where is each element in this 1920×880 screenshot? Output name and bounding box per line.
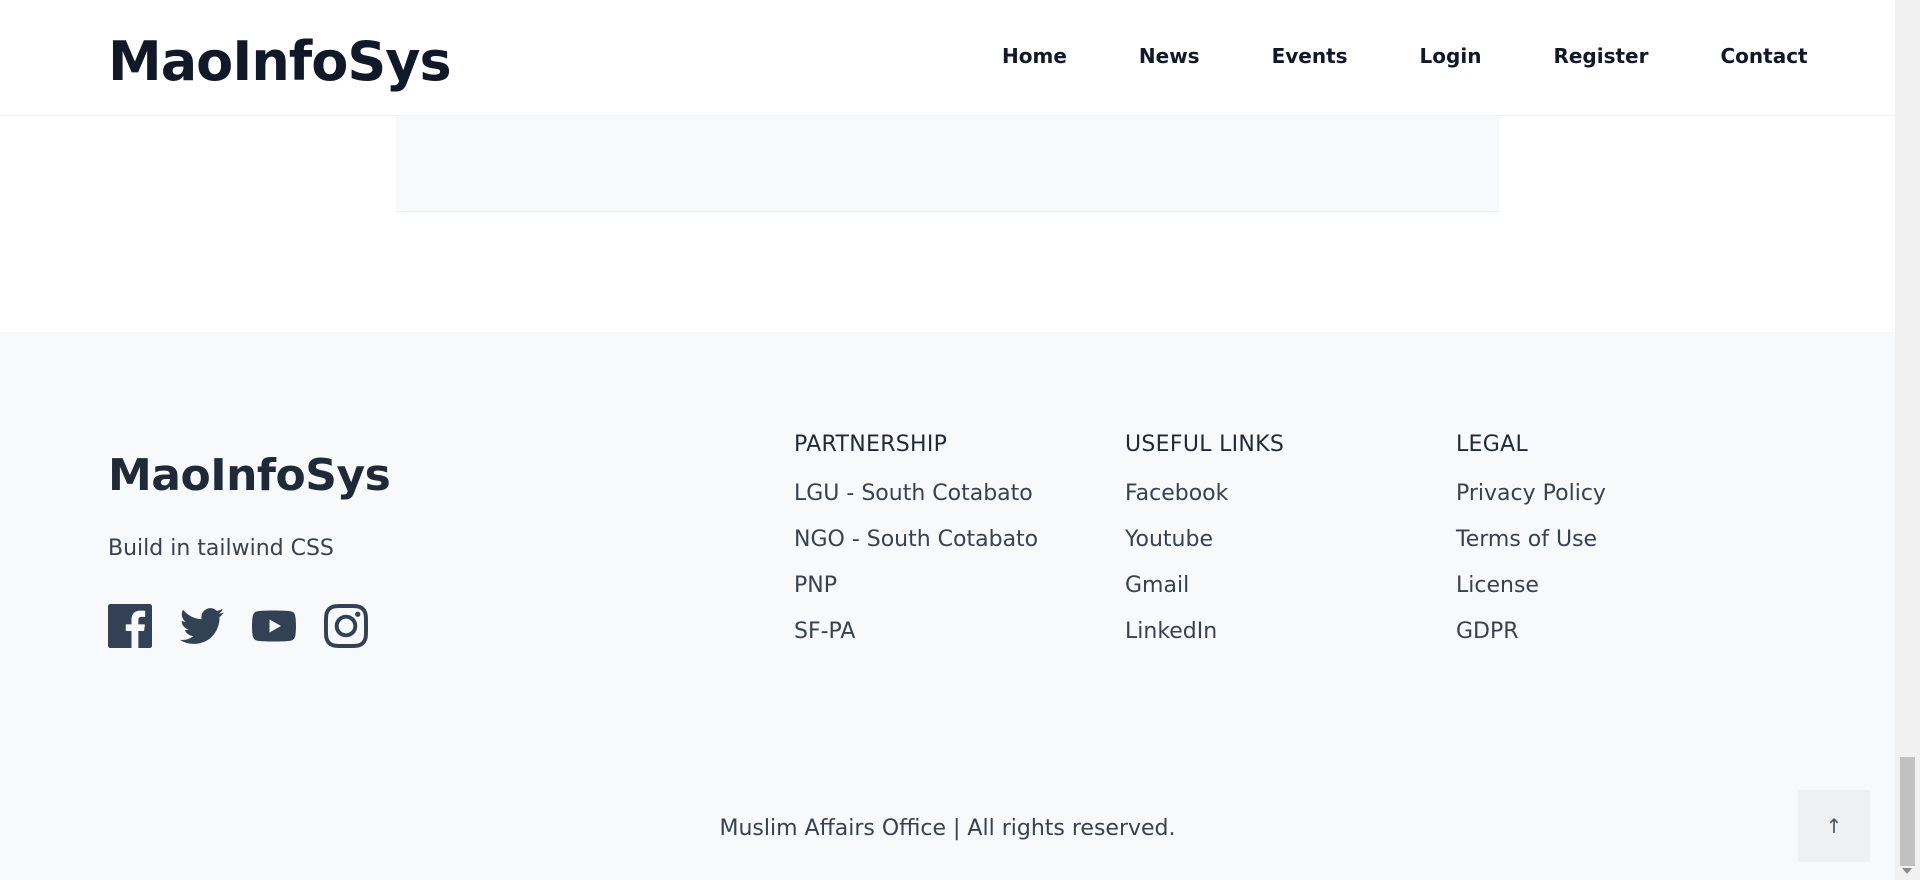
footer-column-legal: LEGAL Privacy Policy Terms of Use Licens… [1456, 432, 1606, 665]
page: MaoInfoSys Home News Events Login Regist… [0, 0, 1895, 880]
footer-link[interactable]: LinkedIn [1125, 619, 1217, 644]
nav-register[interactable]: Register [1553, 44, 1648, 68]
nav-news[interactable]: News [1139, 44, 1200, 68]
nav-home[interactable]: Home [1002, 44, 1067, 68]
main-nav: Home News Events Login Register Contact [1002, 44, 1808, 68]
footer-link[interactable]: Privacy Policy [1456, 481, 1606, 506]
nav-events[interactable]: Events [1272, 44, 1348, 68]
footer-logo: MaoInfoSys [108, 450, 391, 501]
footer-link[interactable]: NGO - South Cotabato [794, 527, 1038, 552]
scrollbar-thumb[interactable] [1900, 757, 1915, 866]
site-footer: MaoInfoSys Build in tailwind CSS PARTNER… [0, 332, 1895, 880]
footer-column-useful-links: USEFUL LINKS Facebook Youtube Gmail Link… [1125, 432, 1284, 665]
nav-contact[interactable]: Contact [1720, 44, 1807, 68]
footer-link[interactable]: Youtube [1125, 527, 1213, 552]
vertical-scrollbar[interactable] [1895, 0, 1920, 880]
footer-link[interactable]: PNP [794, 573, 837, 598]
footer-link[interactable]: License [1456, 573, 1539, 598]
back-to-top-button[interactable]: ↑ [1798, 790, 1870, 862]
instagram-icon[interactable] [324, 604, 368, 648]
nav-login[interactable]: Login [1420, 44, 1482, 68]
footer-link[interactable]: Facebook [1125, 481, 1228, 506]
copyright-text: Muslim Affairs Office | All rights reser… [719, 816, 1176, 841]
footer-column-partnership: PARTNERSHIP LGU - South Cotabato NGO - S… [794, 432, 1038, 665]
column-title: LEGAL [1456, 432, 1529, 457]
youtube-icon[interactable] [252, 604, 296, 648]
footer-link[interactable]: Gmail [1125, 573, 1189, 598]
footer-link[interactable]: GDPR [1456, 619, 1519, 644]
social-links [108, 604, 368, 648]
footer-link[interactable]: LGU - South Cotabato [794, 481, 1033, 506]
twitter-icon[interactable] [180, 604, 224, 648]
scroll-down-arrow-icon[interactable] [1902, 868, 1912, 874]
footer-link[interactable]: Terms of Use [1456, 527, 1597, 552]
site-logo[interactable]: MaoInfoSys [108, 30, 452, 93]
footer-link[interactable]: SF-PA [794, 619, 855, 644]
column-title: USEFUL LINKS [1125, 432, 1285, 457]
site-header: MaoInfoSys Home News Events Login Regist… [0, 0, 1895, 116]
content-panel [396, 116, 1499, 212]
footer-tagline: Build in tailwind CSS [108, 536, 334, 561]
arrow-up-icon: ↑ [1825, 814, 1843, 838]
column-title: PARTNERSHIP [794, 432, 948, 457]
facebook-icon[interactable] [108, 604, 152, 648]
